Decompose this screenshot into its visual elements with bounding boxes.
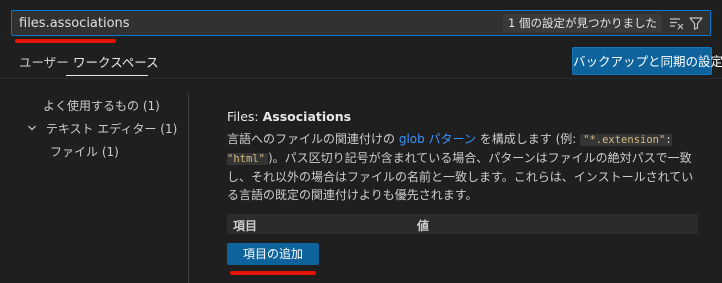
code-colon: : [665, 134, 672, 146]
filter-icon[interactable] [688, 15, 704, 31]
annotation-underline-search [15, 39, 116, 43]
backup-sync-settings-button[interactable]: バックアップと同期の設定 [572, 47, 722, 75]
search-input[interactable]: files.associations [19, 16, 130, 31]
associations-table-header: 項目 値 [227, 214, 698, 234]
chevron-down-icon [27, 122, 39, 136]
settings-search-box[interactable]: files.associations 1 個の設定が見つかりました [11, 10, 711, 36]
add-item-button[interactable]: 項目の追加 [227, 243, 319, 265]
toc-item-label: よく使用するもの (1) [43, 99, 160, 113]
toc-item-commonly-used[interactable]: よく使用するもの (1) [43, 97, 160, 114]
search-tools [668, 15, 704, 31]
setting-description: 言語へのファイルの関連付けの glob パターン を構成します (例: "*.e… [227, 130, 705, 204]
setting-category: Files: [227, 109, 263, 124]
column-header-value: 値 [417, 219, 430, 233]
code-value: "html" [227, 153, 265, 165]
toc-item-text-editor[interactable]: テキスト エディター (1) [27, 120, 177, 137]
toc-item-label: テキスト エディター (1) [45, 122, 178, 136]
tabs-divider [0, 78, 722, 79]
tab-user[interactable]: ユーザー [19, 52, 69, 71]
code-key: "*.extension" [583, 134, 666, 146]
tab-workspace[interactable]: ワークスペース [73, 52, 159, 71]
toc-item-files[interactable]: ファイル (1) [50, 143, 119, 160]
clear-filter-icon[interactable] [668, 15, 684, 31]
annotation-underline-add-button [230, 271, 316, 275]
setting-name: Associations [262, 109, 352, 124]
active-tab-indicator [66, 75, 148, 76]
search-result-count: 1 個の設定が見つかりました [503, 14, 662, 32]
glob-pattern-link[interactable]: glob パターン [399, 132, 476, 146]
toc-item-label: ファイル (1) [50, 145, 119, 159]
column-header-item: 項目 [233, 219, 258, 233]
setting-title: Files: Associations [227, 109, 351, 124]
panel-divider [188, 93, 189, 283]
desc-text: を構成します (例: [475, 132, 581, 146]
desc-text: )。パス区切り記号が含まれている場合、パターンはファイルの絶対パスで一致し、それ… [227, 151, 694, 202]
desc-text: 言語へのファイルの関連付けの [227, 132, 399, 146]
